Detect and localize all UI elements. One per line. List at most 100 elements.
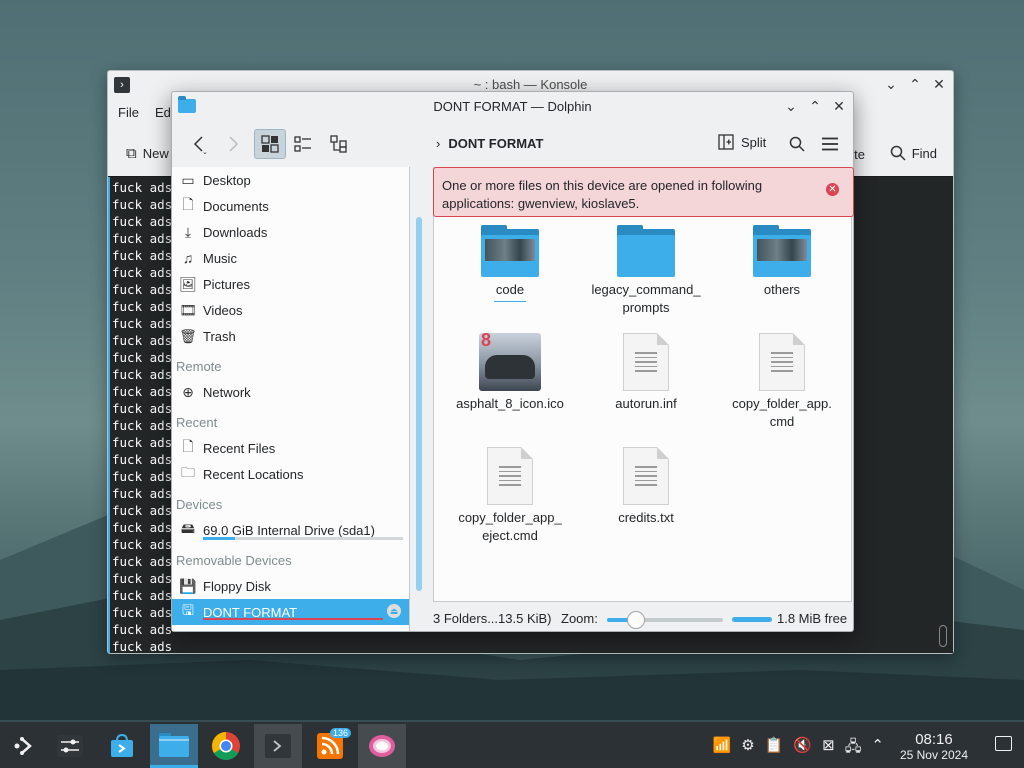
file-item[interactable]: others [717, 225, 847, 299]
back-arrow-icon: ⌄ [193, 136, 208, 154]
places-item-pictures[interactable]: 🖼 Pictures [172, 271, 409, 297]
taskbar: 136 📶 ⚙ 📋 🔇 ⊠ 🖧 ⌃ 08:16 25 Nov 2024 [0, 722, 1024, 768]
task-konsole[interactable] [254, 724, 302, 768]
places-item-label: Recent Files [203, 440, 276, 456]
search-icon [789, 136, 805, 152]
dolphin-titlebar[interactable]: DONT FORMAT — Dolphin ⌄ ⌃ ✕ [172, 92, 853, 122]
file-item[interactable]: copy_folder_app_ eject.cmd [445, 447, 575, 545]
minimize-icon[interactable]: ⌄ [783, 97, 799, 115]
volume-muted-icon[interactable]: 🔇 [793, 736, 812, 761]
task-dolphin[interactable] [150, 724, 198, 768]
digital-clock[interactable]: 08:16 25 Nov 2024 [900, 731, 968, 762]
dolphin-toolbar: ⌄ › DONT FORMAT Split [172, 126, 853, 164]
terminal-icon [265, 734, 291, 758]
chrome-icon [212, 732, 240, 760]
settings-sliders-icon [57, 735, 83, 757]
file-item[interactable]: legacy_command_ prompts [581, 225, 711, 317]
places-item-network[interactable]: ⊕ Network [172, 379, 409, 405]
maximize-icon[interactable]: ⌃ [807, 97, 823, 115]
hamburger-menu-button[interactable] [816, 129, 844, 159]
floppy-icon: 💾 [179, 577, 197, 594]
back-button[interactable]: ⌄ [184, 129, 214, 159]
file-name: copy_folder_app. cmd [732, 396, 832, 429]
close-icon[interactable]: ✕ [931, 75, 947, 93]
places-item-videos[interactable]: 🎞 Videos [172, 297, 409, 323]
file-item[interactable]: autorun.inf [581, 333, 711, 413]
places-item-music[interactable]: ♫ Music [172, 245, 409, 271]
new-tab-icon: ⧉ [126, 145, 137, 162]
gwenview-icon [369, 735, 395, 757]
places-panel[interactable]: ▭ Desktop 🗋 Documents ⤓ Downloads ♫ Music 🖼 Pictu… [172, 167, 410, 631]
search-icon [890, 145, 906, 161]
details-view-button[interactable] [324, 129, 354, 159]
breadcrumb-current[interactable]: DONT FORMAT [448, 136, 543, 151]
forward-arrow-icon [229, 136, 239, 152]
device-usage-bar [203, 618, 383, 620]
menu-file[interactable]: File [118, 105, 139, 120]
app-launcher-button[interactable] [0, 724, 48, 768]
minimize-icon[interactable]: ⌄ [883, 75, 899, 93]
places-item-trash[interactable]: 🗑 Trash [172, 323, 409, 349]
network-wired-icon[interactable]: 🖧 [845, 736, 862, 761]
konsole-title: ~ : bash — Konsole [473, 77, 588, 92]
dolphin-window[interactable]: DONT FORMAT — Dolphin ⌄ ⌃ ✕ ⌄ › DONT FOR… [171, 91, 854, 632]
list-view-icon [294, 136, 311, 152]
file-item[interactable]: copy_folder_app. cmd [717, 333, 847, 431]
places-item-recent-locations[interactable]: 🗀 Recent Locations [172, 461, 409, 487]
places-item-desktop[interactable]: ▭ Desktop [172, 167, 409, 193]
task-chrome[interactable] [202, 724, 250, 768]
forward-button[interactable] [218, 129, 248, 159]
places-item-69-0-gib-internal-drive-sda1[interactable]: 🖴 69.0 GiB Internal Drive (sda1) [172, 517, 409, 543]
show-desktop-icon[interactable] [995, 736, 1012, 751]
file-item[interactable]: 8 asphalt_8_icon.ico [445, 331, 575, 413]
clipboard-icon[interactable]: 📋 [765, 736, 784, 761]
file-item[interactable]: credits.txt [581, 447, 711, 527]
task-rss-reader[interactable]: 136 [306, 724, 354, 768]
task-image-viewer[interactable] [358, 724, 406, 768]
places-item-label: Pictures [203, 276, 250, 292]
compact-view-button[interactable] [288, 129, 318, 159]
find-button[interactable]: Find [890, 145, 937, 161]
maximize-icon[interactable]: ⌃ [907, 75, 923, 93]
kde-connect-icon[interactable]: ⚙ [741, 736, 754, 761]
places-item-recent-files[interactable]: 🗋 Recent Files [172, 435, 409, 461]
disk-eject-icon[interactable]: ⊠ [822, 736, 835, 761]
breadcrumb[interactable]: › DONT FORMAT [436, 136, 543, 151]
system-tray: 📶 ⚙ 📋 🔇 ⊠ 🖧 ⌃ [713, 736, 884, 761]
rss-feed-tray-icon[interactable]: 📶 [713, 736, 732, 761]
places-item-dont-format[interactable]: 🖫 DONT FORMAT ⏏ [172, 599, 409, 625]
desktop-icon: ▭ [181, 171, 195, 188]
tray-expand-icon[interactable]: ⌃ [871, 736, 884, 761]
search-button[interactable] [784, 129, 810, 159]
file-name: others [763, 282, 801, 297]
notice-text: One or more files on this device are ope… [442, 178, 763, 211]
task-discover[interactable] [98, 724, 146, 768]
split-button[interactable]: Split [718, 134, 766, 150]
places-item-downloads[interactable]: ⤓ Downloads [172, 219, 409, 245]
places-item-floppy-disk[interactable]: 💾 Floppy Disk [172, 573, 409, 599]
videos-icon: 🎞 [179, 301, 197, 318]
hamburger-icon [822, 137, 838, 151]
close-icon[interactable]: ✕ [826, 183, 839, 196]
menu-edit[interactable]: Ed [155, 105, 171, 120]
places-scrollbar[interactable] [416, 217, 422, 591]
free-space-label: 1.8 MiB free [777, 611, 848, 626]
places-item-label: Recent Locations [203, 466, 304, 482]
file-name: autorun.inf [615, 396, 677, 411]
places-item-documents[interactable]: 🗋 Documents [172, 193, 409, 219]
icons-view-button[interactable] [254, 129, 286, 159]
terminal-scrollbar[interactable] [939, 625, 947, 647]
file-name: copy_folder_app_ eject.cmd [458, 510, 562, 543]
recent-locations-icon: 🗀 [181, 464, 195, 480]
zoom-slider-handle[interactable] [627, 611, 645, 629]
eject-icon[interactable]: ⏏ [387, 604, 401, 618]
places-item-label: Music [203, 250, 237, 266]
music-icon: ♫ [182, 250, 194, 266]
places-item-label: Desktop [203, 172, 251, 188]
network-icon: ⊕ [182, 383, 194, 400]
task-system-settings[interactable] [46, 724, 94, 768]
close-icon[interactable]: ✕ [831, 97, 847, 115]
paste-button-label[interactable]: te [854, 147, 865, 162]
file-item[interactable]: code [445, 225, 575, 302]
new-tab-button[interactable]: ⧉ New [126, 145, 169, 162]
